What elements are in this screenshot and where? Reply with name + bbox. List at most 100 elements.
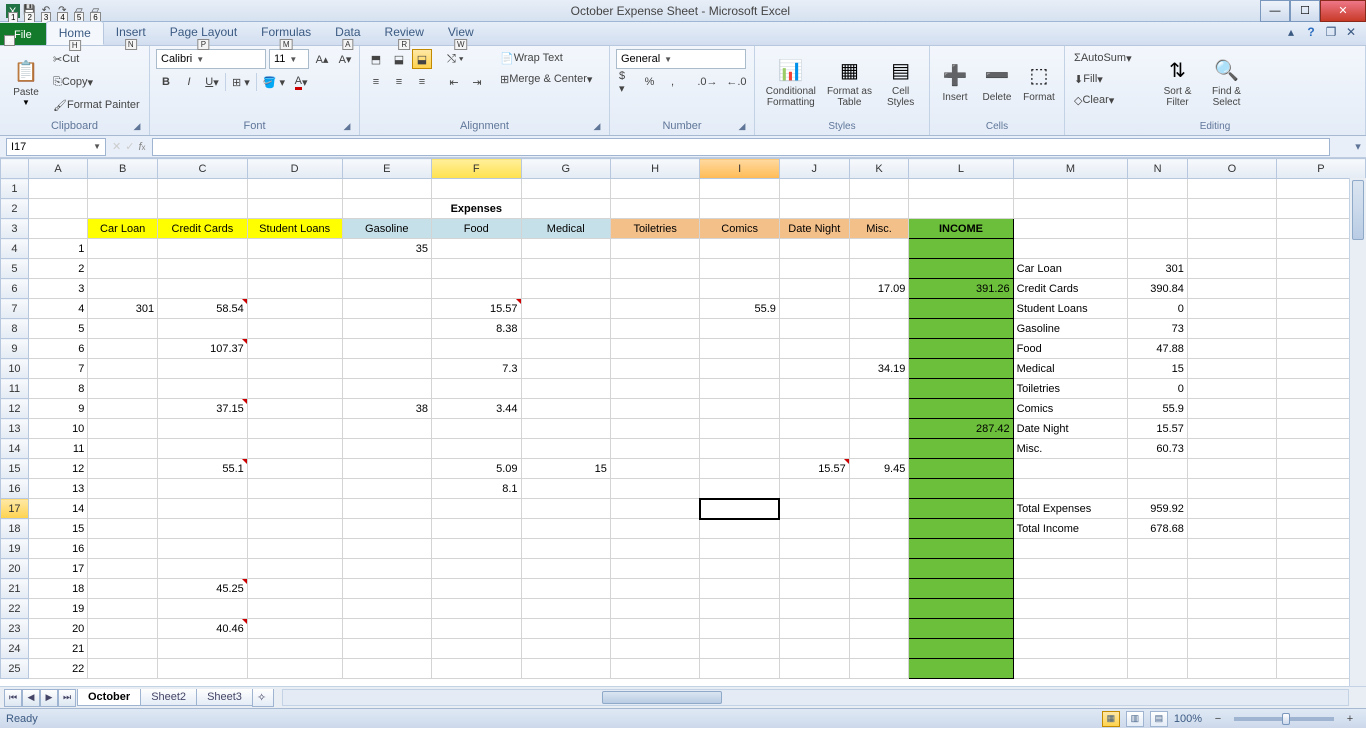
cell-N10[interactable]: 15 [1128,359,1188,379]
row-header[interactable]: 19 [1,539,29,559]
cell-A24[interactable]: 21 [28,639,87,659]
zoom-in-button[interactable]: + [1340,709,1360,729]
cell-G6[interactable] [521,279,610,299]
cell-E19[interactable] [342,539,431,559]
cell-H16[interactable] [610,479,699,499]
expand-formula-bar-icon[interactable]: ▾ [1350,140,1366,153]
row-header[interactable]: 5 [1,259,29,279]
cell-N18[interactable]: 678.68 [1128,519,1188,539]
cell-A19[interactable]: 16 [28,539,87,559]
cell-D7[interactable] [247,299,342,319]
align-right-button[interactable]: ≡ [412,72,432,92]
cell-D21[interactable] [247,579,342,599]
cell-K18[interactable] [849,519,909,539]
cell-B10[interactable] [88,359,158,379]
cell-D11[interactable] [247,379,342,399]
cell-N7[interactable]: 0 [1128,299,1188,319]
cell-C2[interactable] [158,199,248,219]
cell-H14[interactable] [610,439,699,459]
cell-E20[interactable] [342,559,431,579]
normal-view-button[interactable]: ▦ [1102,711,1120,727]
cell-K12[interactable] [849,399,909,419]
col-header-O[interactable]: O [1187,159,1276,179]
close-workbook-icon[interactable]: ✕ [1344,25,1358,39]
cell-G20[interactable] [521,559,610,579]
cell-M18[interactable]: Total Income [1013,519,1128,539]
cell-J19[interactable] [779,539,849,559]
cell-G18[interactable] [521,519,610,539]
cell-A15[interactable]: 12 [28,459,87,479]
cell-M2[interactable] [1013,199,1128,219]
cell-H3[interactable]: Toiletries [610,219,699,239]
cell-L14[interactable] [909,439,1013,459]
tab-insert[interactable]: InsertN [104,21,158,45]
cell-A2[interactable] [28,199,87,219]
cell-D2[interactable] [247,199,342,219]
cell-D23[interactable] [247,619,342,639]
cell-K1[interactable] [849,179,909,199]
cell-L10[interactable] [909,359,1013,379]
align-bottom-button[interactable]: ⬓ [412,49,432,69]
cell-I7[interactable]: 55.9 [700,299,780,319]
cell-D3[interactable]: Student Loans [247,219,342,239]
cell-J2[interactable] [779,199,849,219]
cell-O7[interactable] [1187,299,1276,319]
cell-C12[interactable]: 37.15 [158,399,248,419]
cell-N15[interactable] [1128,459,1188,479]
cell-N8[interactable]: 73 [1128,319,1188,339]
cell-B1[interactable] [88,179,158,199]
cell-O21[interactable] [1187,579,1276,599]
cell-J11[interactable] [779,379,849,399]
cell-O24[interactable] [1187,639,1276,659]
cell-A21[interactable]: 18 [28,579,87,599]
cell-C23[interactable]: 40.46 [158,619,248,639]
cell-O23[interactable] [1187,619,1276,639]
cell-F14[interactable] [431,439,521,459]
wrap-text-button[interactable]: 📄 Wrap Text [497,48,607,68]
cell-K17[interactable] [849,499,909,519]
cell-D13[interactable] [247,419,342,439]
cell-D18[interactable] [247,519,342,539]
cell-N23[interactable] [1128,619,1188,639]
cell-N24[interactable] [1128,639,1188,659]
cell-K15[interactable]: 9.45 [849,459,909,479]
cell-L18[interactable] [909,519,1013,539]
page-break-view-button[interactable]: ▤ [1150,711,1168,727]
cell-B20[interactable] [88,559,158,579]
cell-J24[interactable] [779,639,849,659]
cell-B25[interactable] [88,659,158,679]
cell-N14[interactable]: 60.73 [1128,439,1188,459]
cell-H19[interactable] [610,539,699,559]
row-header[interactable]: 1 [1,179,29,199]
cell-N9[interactable]: 47.88 [1128,339,1188,359]
cell-J18[interactable] [779,519,849,539]
cell-D14[interactable] [247,439,342,459]
cell-M13[interactable]: Date Night [1013,419,1128,439]
fx-cancel-icon[interactable]: ✕ [112,140,121,153]
cell-A10[interactable]: 7 [28,359,87,379]
cell-D8[interactable] [247,319,342,339]
cell-F15[interactable]: 5.09 [431,459,521,479]
hscroll-thumb[interactable] [602,691,722,704]
tab-page-layout[interactable]: Page LayoutP [158,21,249,45]
cell-C1[interactable] [158,179,248,199]
align-left-button[interactable]: ≡ [366,72,386,92]
percent-button[interactable]: % [640,72,660,92]
scroll-thumb[interactable] [1352,180,1364,240]
vertical-scrollbar[interactable] [1349,178,1366,686]
cell-H18[interactable] [610,519,699,539]
tab-view[interactable]: ViewW [436,21,486,45]
align-center-button[interactable]: ≡ [389,72,409,92]
cell-F17[interactable] [431,499,521,519]
cell-B9[interactable] [88,339,158,359]
cell-H9[interactable] [610,339,699,359]
row-header[interactable]: 3 [1,219,29,239]
cell-G25[interactable] [521,659,610,679]
cell-N13[interactable]: 15.57 [1128,419,1188,439]
cell-L23[interactable] [909,619,1013,639]
minimize-ribbon-icon[interactable]: ▴ [1284,25,1298,39]
cell-M23[interactable] [1013,619,1128,639]
cell-A25[interactable]: 22 [28,659,87,679]
cell-A8[interactable]: 5 [28,319,87,339]
cell-G22[interactable] [521,599,610,619]
